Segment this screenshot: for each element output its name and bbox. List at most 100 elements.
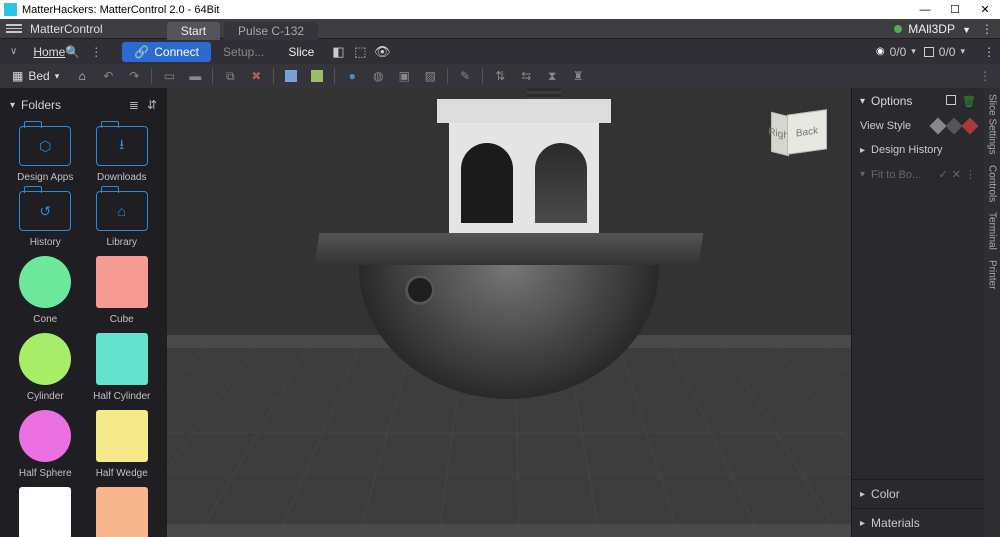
trash-icon[interactable]: 🗑 bbox=[962, 95, 976, 108]
hamburger-menu[interactable] bbox=[6, 24, 22, 33]
breadcrumb-home[interactable]: Home bbox=[33, 45, 65, 59]
side-tab-controls[interactable]: Controls bbox=[987, 165, 998, 202]
view-style-row[interactable]: View Style bbox=[852, 114, 984, 138]
user-menu[interactable]: MAll3DP ▼ bbox=[908, 22, 971, 36]
sidebar-item-label: History bbox=[30, 237, 61, 248]
tool-color-1[interactable] bbox=[280, 66, 302, 86]
bar2-overflow[interactable]: ⋮ bbox=[983, 45, 996, 59]
tool-cube[interactable]: ◍ bbox=[367, 66, 389, 86]
sidebar-item[interactable]: Half Cylinder bbox=[87, 333, 158, 402]
chevron-right-icon: ▸ bbox=[860, 489, 865, 500]
view-3d-icon[interactable]: ◧ bbox=[330, 45, 346, 59]
view-list-icon[interactable]: ≣ bbox=[129, 98, 139, 112]
sidebar-item[interactable]: Cube bbox=[87, 256, 158, 325]
viewstyle-overhang-icon[interactable] bbox=[962, 118, 979, 135]
tab-start[interactable]: Start bbox=[167, 22, 220, 40]
sidebar-item-label: Cylinder bbox=[27, 391, 64, 402]
search-icon[interactable]: 🔍 bbox=[65, 45, 80, 59]
tool-edit[interactable]: ✎ bbox=[454, 66, 476, 86]
shape-swatch bbox=[96, 487, 148, 537]
connect-button[interactable]: 🔗 Connect bbox=[122, 42, 211, 62]
side-tab-printer[interactable]: Printer bbox=[987, 260, 998, 289]
tool-ungroup[interactable]: ▨ bbox=[419, 66, 441, 86]
design-history-row[interactable]: ▸ Design History bbox=[852, 138, 984, 162]
side-tab-terminal[interactable]: Terminal bbox=[987, 212, 998, 250]
app-icon bbox=[4, 3, 17, 16]
undo-button[interactable]: ↶ bbox=[97, 66, 119, 86]
sidebar-item[interactable]: ↺History bbox=[10, 191, 81, 248]
sidebar-item[interactable]: Half Sphere bbox=[10, 410, 81, 479]
redo-button[interactable]: ↷ bbox=[123, 66, 145, 86]
bed-label: Bed bbox=[28, 69, 49, 83]
color-section[interactable]: ▸ Color bbox=[852, 479, 984, 508]
sidebar-item[interactable] bbox=[10, 487, 81, 537]
tool-support[interactable]: ♜ bbox=[567, 66, 589, 86]
tool-select[interactable]: ▭ bbox=[158, 66, 180, 86]
sidebar-item[interactable]: ⬡Design Apps bbox=[10, 126, 81, 183]
tool-group[interactable]: ▣ bbox=[393, 66, 415, 86]
chevron-left-icon[interactable]: ∨ bbox=[10, 46, 17, 57]
app-name: MatterControl bbox=[30, 22, 103, 36]
view-eye-icon[interactable]: 👁 bbox=[374, 45, 390, 59]
counter-right-value: 0/0 bbox=[939, 45, 956, 59]
counter-extruder-2[interactable]: 0/0 ▾ bbox=[924, 45, 965, 59]
setup-button[interactable]: Setup... bbox=[211, 42, 276, 62]
chevron-right-icon: ▸ bbox=[860, 145, 865, 156]
home-icon[interactable]: ⌂ bbox=[71, 66, 93, 86]
sidebar-item[interactable] bbox=[87, 487, 158, 537]
chevron-down-icon: ▾ bbox=[960, 46, 965, 57]
options-header[interactable]: ▾ Options 🗑 bbox=[852, 88, 984, 114]
square-icon[interactable] bbox=[946, 95, 956, 105]
overflow-menu[interactable]: ⋮ bbox=[981, 22, 994, 36]
tab-printer[interactable]: Pulse C-132 bbox=[224, 22, 318, 40]
tool-sphere[interactable]: ● bbox=[341, 66, 363, 86]
toolbar-overflow[interactable]: ⋮ bbox=[974, 66, 996, 86]
sidebar-item[interactable]: Half Wedge bbox=[87, 410, 158, 479]
slice-button[interactable]: Slice bbox=[276, 42, 326, 62]
sidebar-item[interactable]: ⌂Library bbox=[87, 191, 158, 248]
materials-section[interactable]: ▸ Materials bbox=[852, 508, 984, 537]
app-bar: MatterControl Start Pulse C-132 MAll3DP … bbox=[0, 19, 1000, 38]
side-tabs: Slice Settings Controls Terminal Printer bbox=[984, 88, 1000, 537]
check-icon[interactable]: ✓ bbox=[939, 168, 948, 181]
tool-color-2[interactable] bbox=[306, 66, 328, 86]
model-benchy[interactable] bbox=[359, 249, 659, 399]
view-package-icon[interactable]: ⬚ bbox=[352, 45, 368, 59]
tool-copy[interactable]: ⧉ bbox=[219, 66, 241, 86]
chevron-down-icon: ▾ bbox=[10, 100, 15, 111]
tool-mirror[interactable]: ⧗ bbox=[541, 66, 563, 86]
tool-align-x[interactable]: ⇅ bbox=[489, 66, 511, 86]
chevron-down-icon: ▾ bbox=[55, 71, 60, 82]
side-tab-slice-settings[interactable]: Slice Settings bbox=[987, 94, 998, 155]
fit-label: Fit to Bo... bbox=[871, 169, 921, 181]
window-title: MatterHackers: MatterControl 2.0 - 64Bit bbox=[22, 4, 219, 16]
tool-move[interactable]: ▬ bbox=[184, 66, 206, 86]
tool-delete[interactable]: ✖ bbox=[245, 66, 267, 86]
folders-header[interactable]: ▾ Folders ≣ ⇵ bbox=[0, 94, 167, 116]
counter-extruder-1[interactable]: ◉ 0/0 ▾ bbox=[876, 45, 916, 59]
kebab-icon[interactable]: ⋮ bbox=[965, 168, 976, 181]
bed-dropdown[interactable]: ▦ Bed ▾ bbox=[4, 67, 67, 85]
close-icon[interactable]: ✕ bbox=[952, 168, 961, 181]
nav-cube-back[interactable]: Back bbox=[787, 109, 827, 155]
sidebar-item[interactable]: Cylinder bbox=[10, 333, 81, 402]
window-minimize[interactable]: — bbox=[910, 0, 940, 19]
window-maximize[interactable]: ☐ bbox=[940, 0, 970, 19]
viewstyle-shaded-icon[interactable] bbox=[930, 118, 947, 135]
secondary-bar: ∨ Home 🔍 ⋮ 🔗 Connect Setup... Slice ◧ ⬚ … bbox=[0, 38, 1000, 64]
viewstyle-wire-icon[interactable] bbox=[946, 118, 963, 135]
folder-icon: ⌂ bbox=[96, 191, 148, 231]
design-history-label: Design History bbox=[871, 144, 943, 156]
shape-swatch bbox=[96, 333, 148, 385]
breadcrumb-overflow[interactable]: ⋮ bbox=[90, 45, 102, 59]
sidebar-item[interactable]: Cone bbox=[10, 256, 81, 325]
folder-icon: ⬡ bbox=[19, 126, 71, 166]
tool-align-y[interactable]: ⇆ bbox=[515, 66, 537, 86]
sidebar-item[interactable]: ⭳Downloads bbox=[87, 126, 158, 183]
square-icon bbox=[924, 47, 934, 57]
viewport-3d[interactable]: Right Back bbox=[167, 88, 851, 537]
sidebar-item-label: Half Wedge bbox=[96, 468, 148, 479]
window-close[interactable]: ✕ bbox=[970, 0, 1000, 19]
sort-icon[interactable]: ⇵ bbox=[147, 98, 157, 112]
nav-cube[interactable]: Right Back bbox=[777, 108, 829, 160]
